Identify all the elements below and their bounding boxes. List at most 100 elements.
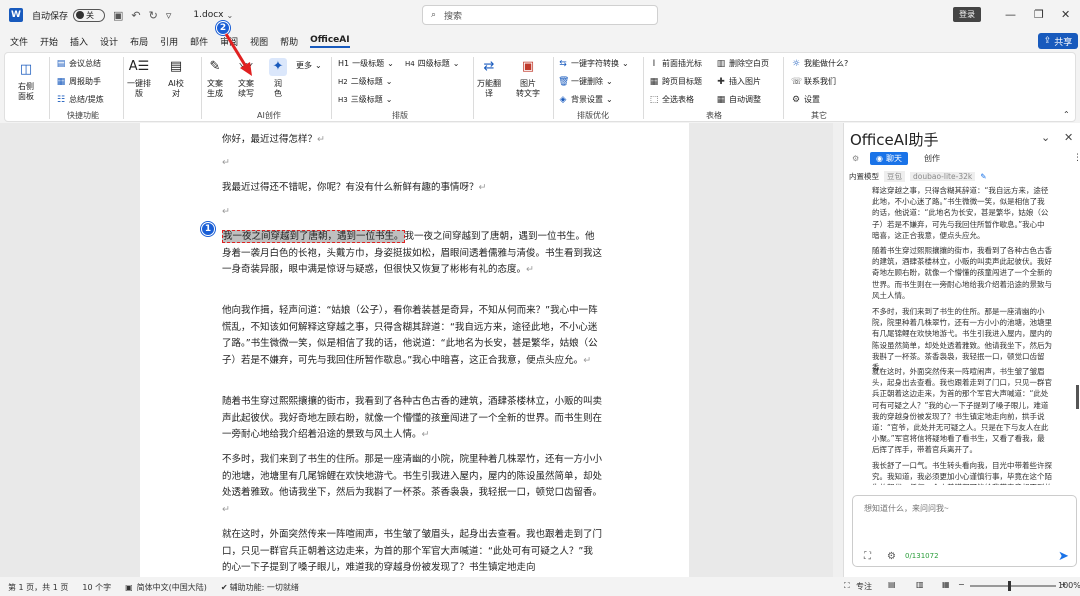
login-button[interactable]: 登录 xyxy=(953,7,981,22)
polish-button[interactable]: ✦ 润 色 xyxy=(269,58,287,99)
chat-input-box[interactable]: ⛶ ⚙ 0/131072 ➤ xyxy=(852,495,1077,567)
background-setting-button[interactable]: ◈ 背景设置 ⌄ xyxy=(558,94,613,105)
menu-file[interactable]: 文件 xyxy=(10,35,28,48)
search-icon: ⌕ xyxy=(431,10,437,20)
meeting-summary-button[interactable]: ▤ 会议总结 xyxy=(56,58,101,69)
word-count[interactable]: 10 个字 xyxy=(82,582,111,593)
screenshot-icon[interactable]: ⛶ xyxy=(864,551,871,562)
zoom-slider[interactable] xyxy=(970,585,1056,587)
accessibility-status[interactable]: 辅助功能: 一切就绪 xyxy=(230,582,299,593)
tab-chat[interactable]: ◉ 聊天 xyxy=(870,152,908,165)
zoom-slider-thumb[interactable] xyxy=(1008,581,1011,591)
empty-paragraph[interactable]: ↵ xyxy=(222,204,602,221)
language-status[interactable]: 简体中文(中国大陆) xyxy=(137,582,207,593)
gear-icon[interactable]: ⚙ xyxy=(887,551,896,562)
front-cursor-button[interactable]: I 前面插光标 xyxy=(649,58,702,69)
vertical-scrollbar[interactable] xyxy=(833,123,843,577)
zoom-level[interactable]: 100% xyxy=(1058,581,1080,590)
print-layout-icon[interactable]: ▤ xyxy=(888,580,896,589)
what-can-i-do-button[interactable]: ☼ 我能做什么? xyxy=(791,58,848,69)
customize-toolbar-icon[interactable]: ▿ xyxy=(166,9,172,22)
auto-adjust-button[interactable]: ▦ 自动调整 xyxy=(716,94,761,105)
divider xyxy=(783,57,784,119)
zoom-out-icon[interactable]: − xyxy=(958,580,965,589)
h3-icon: H3 xyxy=(338,95,348,104)
menu-layout[interactable]: 布局 xyxy=(130,35,148,48)
document-page[interactable]: 你好，最近过得怎样？↵ ↵ 我最近过得还不错呢，你呢？有没有什么新鲜有趣的事情呀… xyxy=(140,123,689,577)
select-table-button[interactable]: ⬚ 全选表格 xyxy=(649,94,694,105)
menu-design[interactable]: 设计 xyxy=(100,35,118,48)
edit-icon[interactable]: ✎ xyxy=(980,172,986,181)
close-icon[interactable]: ✕ xyxy=(1061,8,1070,21)
send-icon[interactable]: ➤ xyxy=(1058,549,1069,564)
tab-create[interactable]: 创作 xyxy=(924,153,940,164)
more-options-icon[interactable]: ⋮ xyxy=(1073,153,1080,163)
grid-icon: ▦ xyxy=(716,94,726,105)
insert-image-button[interactable]: ✚ 插入图片 xyxy=(716,76,761,87)
close-icon[interactable]: ✕ xyxy=(1064,131,1073,144)
search-input[interactable]: ⌕ 搜索 xyxy=(422,5,658,25)
divider xyxy=(201,57,202,119)
para-text: 你好，最近过得怎样？ xyxy=(222,134,318,145)
chevron-down-icon[interactable]: ⌄ xyxy=(1041,131,1050,144)
heading4-button[interactable]: H4 四级标题 ⌄ xyxy=(405,58,459,69)
bulb-icon: ☼ xyxy=(791,58,801,69)
chevron-down-icon[interactable]: ⌄ xyxy=(226,11,233,20)
paragraph[interactable]: 你好，最近过得怎样？↵ xyxy=(222,132,602,149)
menu-references[interactable]: 引用 xyxy=(160,35,178,48)
save-icon[interactable]: ▣ xyxy=(113,9,123,22)
weekly-report-button[interactable]: ▦ 周报助手 xyxy=(56,76,101,87)
minimize-icon[interactable]: — xyxy=(1005,8,1016,21)
front-cursor-label: 前面插光标 xyxy=(662,59,702,68)
sidebar-panel-button[interactable]: ◫ 右侧 面板 xyxy=(17,61,35,102)
web-layout-icon[interactable]: ▦ xyxy=(942,580,950,589)
heading3-button[interactable]: H3 三级标题 ⌄ xyxy=(338,94,392,105)
delete-blank-page-button[interactable]: ▥ 删除空白页 xyxy=(716,58,769,69)
document-title[interactable]: 1.docx xyxy=(193,10,223,20)
cross-title-label: 跨页目标题 xyxy=(662,77,702,86)
selected-text[interactable]: 我一夜之间穿越到了唐朝，遇到一位书生。 xyxy=(222,230,405,243)
page-count[interactable]: 第 1 页，共 1 页 xyxy=(8,582,68,593)
focus-mode[interactable]: 专注 xyxy=(856,581,872,592)
proofing-icon[interactable]: ▣ xyxy=(125,583,133,592)
empty-paragraph[interactable]: ↵ xyxy=(222,155,602,172)
chat-input[interactable] xyxy=(864,504,1064,513)
share-button[interactable]: ⇪ 共享 xyxy=(1038,33,1078,49)
settings-button[interactable]: ⚙ 设置 xyxy=(791,94,820,105)
chat-scrollbar[interactable] xyxy=(1076,385,1079,409)
paragraph[interactable]: 就在这时，外面突然传来一阵喧闹声，书生皱了皱眉头，起身出去查看。我也跟着走到了门… xyxy=(222,527,602,577)
undo-icon[interactable]: ↶ xyxy=(131,9,140,22)
paragraph[interactable]: 不多时，我们来到了书生的住所。那是一座清幽的小院，院里种着几株翠竹，还有一方小小… xyxy=(222,452,602,518)
translate-button[interactable]: ⇄ 万能翻 译 xyxy=(477,58,501,99)
paragraph[interactable]: 我一夜之间穿越到了唐朝，遇到一位书生。我一夜之间穿越到了唐朝，遇到一位书生。他身… xyxy=(222,229,602,279)
paragraph[interactable]: 随着书生穿过熙熙攘攘的街市，我看到了各种古色古香的建筑，酒肆茶楼林立，小贩的叫卖… xyxy=(222,394,602,444)
accessibility-icon[interactable]: ✔ xyxy=(221,583,228,592)
more-button[interactable]: 更多 ⌄ xyxy=(296,60,322,71)
menu-help[interactable]: 帮助 xyxy=(280,35,298,48)
collapse-ribbon-icon[interactable]: ⌃ xyxy=(1063,110,1070,119)
restore-icon[interactable]: ❐ xyxy=(1034,8,1044,21)
one-click-layout-button[interactable]: A☰ 一键排 版 xyxy=(127,58,151,99)
menu-officeai[interactable]: OfficeAI xyxy=(310,35,350,48)
paragraph[interactable]: 我最近过得还不错呢，你呢？有没有什么新鲜有趣的事情呀？↵ xyxy=(222,180,602,197)
redo-icon[interactable]: ↻ xyxy=(149,9,158,22)
summary-button[interactable]: ☷ 总结/提炼 xyxy=(56,94,104,105)
menu-mailings[interactable]: 邮件 xyxy=(190,35,208,48)
read-mode-icon[interactable]: ▥ xyxy=(916,580,924,589)
plugin-icon[interactable]: ⚙ xyxy=(852,154,859,163)
menu-insert[interactable]: 插入 xyxy=(70,35,88,48)
ai-proofread-button[interactable]: ▤ AI校 对 xyxy=(167,58,185,99)
heading1-button[interactable]: H1 一级标题 ⌄ xyxy=(338,58,394,69)
cross-page-title-button[interactable]: ▦ 跨页目标题 xyxy=(649,76,702,87)
autosave-toggle[interactable]: 关 xyxy=(73,8,106,22)
paragraph[interactable]: 他向我作揖，轻声问道：“姑娘（公子），看你着装甚是奇异，不知从何而来？”我心中一… xyxy=(222,303,602,369)
heading2-button[interactable]: H2 二级标题 ⌄ xyxy=(338,76,392,87)
char-convert-button[interactable]: ⇆ 一键字符转换 ⌄ xyxy=(558,58,628,69)
image-to-text-button[interactable]: ▣ 图片 转文字 xyxy=(516,58,540,99)
contact-us-button[interactable]: ☏ 联系我们 xyxy=(791,76,836,87)
tab-chat-label: 聊天 xyxy=(885,154,902,163)
one-delete-button[interactable]: 🗑 一键删除 ⌄ xyxy=(558,76,613,87)
model-selector[interactable]: 内置模型 豆包 doubao-lite-32k ✎ xyxy=(849,171,987,182)
menu-home[interactable]: 开始 xyxy=(40,35,58,48)
focus-icon[interactable]: ⛶ xyxy=(844,581,850,591)
